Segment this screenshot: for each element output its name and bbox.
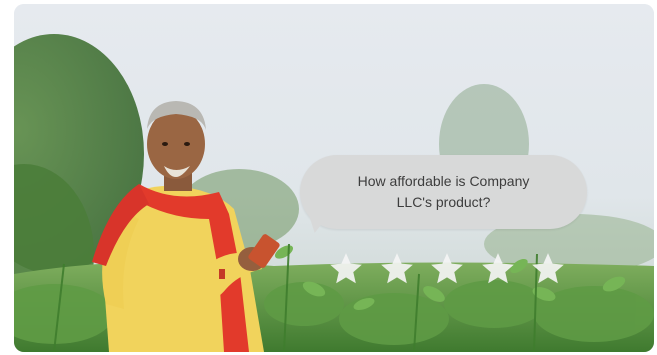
star-3-icon[interactable]: [428, 250, 466, 288]
star-rating[interactable]: [327, 250, 567, 290]
photo-card: How affordable is Company LLC's product?: [14, 4, 654, 352]
star-4-icon[interactable]: [479, 250, 517, 288]
speech-bubble: How affordable is Company LLC's product?: [300, 155, 587, 229]
survey-question: How affordable is Company LLC's product?: [357, 173, 530, 210]
star-5-icon[interactable]: [529, 250, 567, 288]
face: [147, 109, 205, 179]
star-2-icon[interactable]: [378, 250, 416, 288]
star-1-icon[interactable]: [327, 250, 365, 288]
